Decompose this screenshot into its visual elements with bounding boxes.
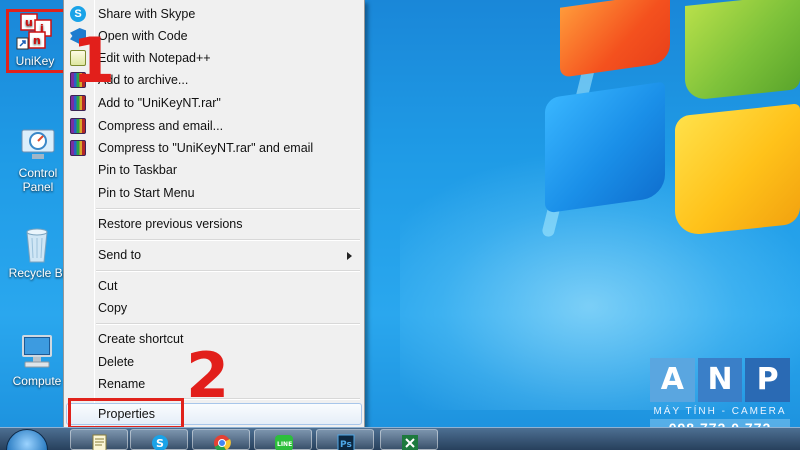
menu-item-pin-to-taskbar[interactable]: Pin to Taskbar [66, 159, 362, 181]
menu-item-compress-to-rar-and-email[interactable]: Compress to "UniKeyNT.rar" and email [66, 137, 362, 159]
menu-item-label: Cut [98, 279, 118, 293]
menu-item-label: Rename [98, 377, 146, 391]
menu-separator [96, 323, 360, 325]
step1-highlight [6, 9, 68, 73]
menu-item-compress-and-email[interactable]: Compress and email... [66, 115, 362, 137]
menu-item-label: Add to "UniKeyNT.rar" [98, 96, 221, 110]
control-panel-icon [18, 124, 58, 164]
anp-letter: P [745, 358, 791, 402]
menu-item-copy[interactable]: Copy [66, 297, 362, 319]
desktop-icon-label: Recycle Bi [8, 266, 66, 280]
windows-flag-green [685, 0, 800, 102]
menu-separator [96, 270, 360, 272]
windows-flag-yellow [675, 103, 800, 237]
svg-text:LINE: LINE [277, 441, 292, 448]
line-icon: LINE [273, 433, 295, 450]
menu-item-label: Compress and email... [98, 119, 224, 133]
menu-item-label: Delete [98, 355, 135, 369]
anp-subtitle: MÁY TÍNH - CAMERA [653, 406, 787, 417]
excel-icon [399, 433, 421, 450]
anp-letter: N [697, 358, 743, 402]
menu-item-restore-previous-versions[interactable]: Restore previous versions [66, 213, 362, 235]
taskbar-button-photoshop[interactable]: Ps [316, 429, 374, 450]
desktop-icon-label: Control Panel [18, 166, 58, 194]
step2-highlight [68, 398, 184, 429]
submenu-arrow-icon [347, 252, 352, 260]
winrar-icon [70, 95, 86, 111]
menu-item-label: Share with Skype [98, 7, 196, 21]
desktop-icon-control-panel[interactable]: Control Panel [5, 124, 71, 194]
windows-flag-blue [545, 81, 665, 214]
menu-item-label: Pin to Taskbar [98, 163, 177, 177]
winrar-icon [70, 140, 86, 156]
notepad-icon [89, 433, 111, 450]
menu-item-label: Send to [98, 248, 142, 262]
menu-item-label: Create shortcut [98, 332, 184, 346]
menu-item-label: Compress to "UniKeyNT.rar" and email [98, 141, 314, 155]
taskbar-button-notepad[interactable] [70, 429, 128, 450]
svg-text:S: S [156, 437, 164, 450]
desktop-icon-computer[interactable]: Compute [4, 332, 70, 388]
anp-letter: A [650, 358, 695, 402]
menu-item-cut[interactable]: Cut [66, 275, 362, 297]
menu-separator [96, 208, 360, 210]
anp-watermark: A N P MÁY TÍNH - CAMERA 098 772 0 772 [650, 358, 791, 437]
menu-item-label: Pin to Start Menu [98, 186, 195, 200]
menu-item-pin-to-start-menu[interactable]: Pin to Start Menu [66, 182, 362, 204]
chrome-icon [211, 433, 233, 450]
step1-number: 1 [72, 24, 116, 97]
menu-item-share-with-skype[interactable]: S Share with Skype [66, 3, 362, 25]
taskbar-button-excel[interactable] [380, 429, 438, 450]
anp-logo: A N P [650, 358, 791, 402]
desktop-icon-label: Compute [12, 374, 62, 388]
wallpaper [360, 0, 800, 420]
svg-text:Ps: Ps [340, 440, 352, 450]
skype-icon: S [70, 6, 86, 22]
photoshop-icon: Ps [335, 433, 357, 450]
menu-item-label: Copy [98, 301, 128, 315]
menu-item-send-to[interactable]: Send to [66, 244, 362, 266]
winrar-icon [70, 118, 86, 134]
windows-flag-red [560, 0, 670, 78]
menu-separator [96, 239, 360, 241]
desktop-icon-recycle-bin[interactable]: Recycle Bi [4, 224, 70, 280]
menu-item-label: Restore previous versions [98, 217, 243, 231]
taskbar-button-line[interactable]: LINE [254, 429, 312, 450]
taskbar-button-skype[interactable]: S [130, 429, 188, 450]
computer-icon [17, 332, 57, 372]
taskbar-button-chrome[interactable] [192, 429, 250, 450]
skype-icon: S [149, 433, 171, 450]
step2-number: 2 [186, 339, 230, 412]
recycle-bin-icon [17, 224, 57, 264]
